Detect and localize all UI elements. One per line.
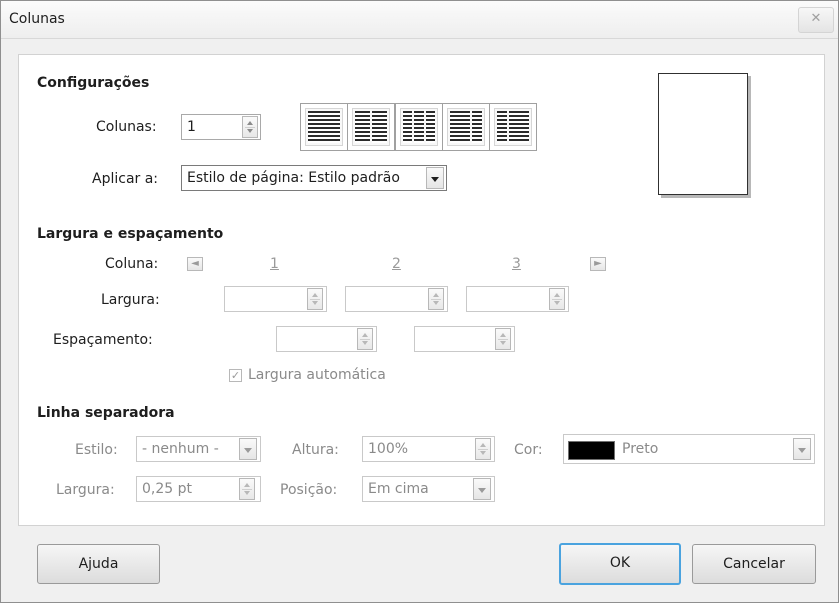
spacing-2-spin-button[interactable]: [495, 328, 511, 350]
line-width-value: 0,25 pt: [142, 481, 192, 497]
height-value: 100%: [368, 441, 409, 457]
close-icon[interactable]: ✕: [798, 7, 834, 33]
line-width-label: Largura:: [56, 482, 115, 498]
chevron-down-icon[interactable]: [793, 438, 811, 460]
width-2-spin-button[interactable]: [428, 288, 444, 310]
separator-heading: Linha separadora: [37, 405, 175, 421]
line-width-spin-button[interactable]: [239, 478, 255, 500]
column-number-2: 2: [392, 256, 401, 272]
color-select[interactable]: Preto: [563, 434, 815, 464]
width-3-spin-button[interactable]: [549, 288, 565, 310]
help-button[interactable]: Ajuda: [37, 544, 160, 584]
ok-button[interactable]: OK: [559, 543, 681, 585]
layout-3-columns-button[interactable]: [395, 103, 443, 151]
page-preview: [658, 73, 748, 195]
column-number-1: 1: [270, 256, 279, 272]
color-swatch: [568, 441, 615, 460]
color-value: Preto: [622, 441, 659, 457]
position-label: Posição:: [280, 482, 338, 498]
apply-to-value: Estilo de página: Estilo padrão: [187, 170, 400, 186]
width-label: Largura:: [101, 292, 160, 308]
arrow-left-icon[interactable]: ◄: [187, 257, 203, 271]
auto-width-checkbox[interactable]: ✓: [229, 369, 242, 382]
arrow-right-icon[interactable]: ►: [590, 257, 606, 271]
layout-2-columns-button[interactable]: [347, 103, 395, 151]
auto-width-label: Largura automática: [248, 367, 386, 383]
settings-heading: Configurações: [37, 75, 150, 91]
width-1-spin-button[interactable]: [307, 288, 323, 310]
chevron-down-icon[interactable]: [473, 478, 491, 500]
column-number-3: 3: [512, 256, 521, 272]
apply-to-label: Aplicar a:: [92, 171, 159, 187]
width-spacing-heading: Largura e espaçamento: [37, 226, 224, 242]
dialog-title: Colunas: [9, 11, 65, 27]
height-label: Altura:: [292, 442, 339, 458]
chevron-down-icon[interactable]: [426, 167, 444, 189]
style-value: - nenhum -: [142, 441, 219, 457]
title-bar: Colunas ✕: [1, 1, 838, 39]
chevron-down-icon[interactable]: [239, 438, 257, 460]
column-label: Coluna:: [105, 256, 159, 272]
spacing-label: Espaçamento:: [53, 332, 153, 348]
cancel-button[interactable]: Cancelar: [692, 544, 816, 584]
columns-spin-button[interactable]: [242, 116, 258, 138]
position-value: Em cima: [368, 481, 429, 497]
color-label: Cor:: [514, 442, 543, 458]
columns-value: 1: [187, 119, 196, 135]
apply-to-select[interactable]: Estilo de página: Estilo padrão: [181, 165, 447, 191]
height-spin-button[interactable]: [475, 438, 491, 460]
layout-left-wide-button[interactable]: [442, 103, 490, 151]
style-label: Estilo:: [75, 442, 118, 458]
columns-label: Colunas:: [96, 119, 157, 135]
spacing-1-spin-button[interactable]: [357, 328, 373, 350]
layout-right-wide-button[interactable]: [489, 103, 537, 151]
layout-1-column-button[interactable]: [300, 103, 348, 151]
